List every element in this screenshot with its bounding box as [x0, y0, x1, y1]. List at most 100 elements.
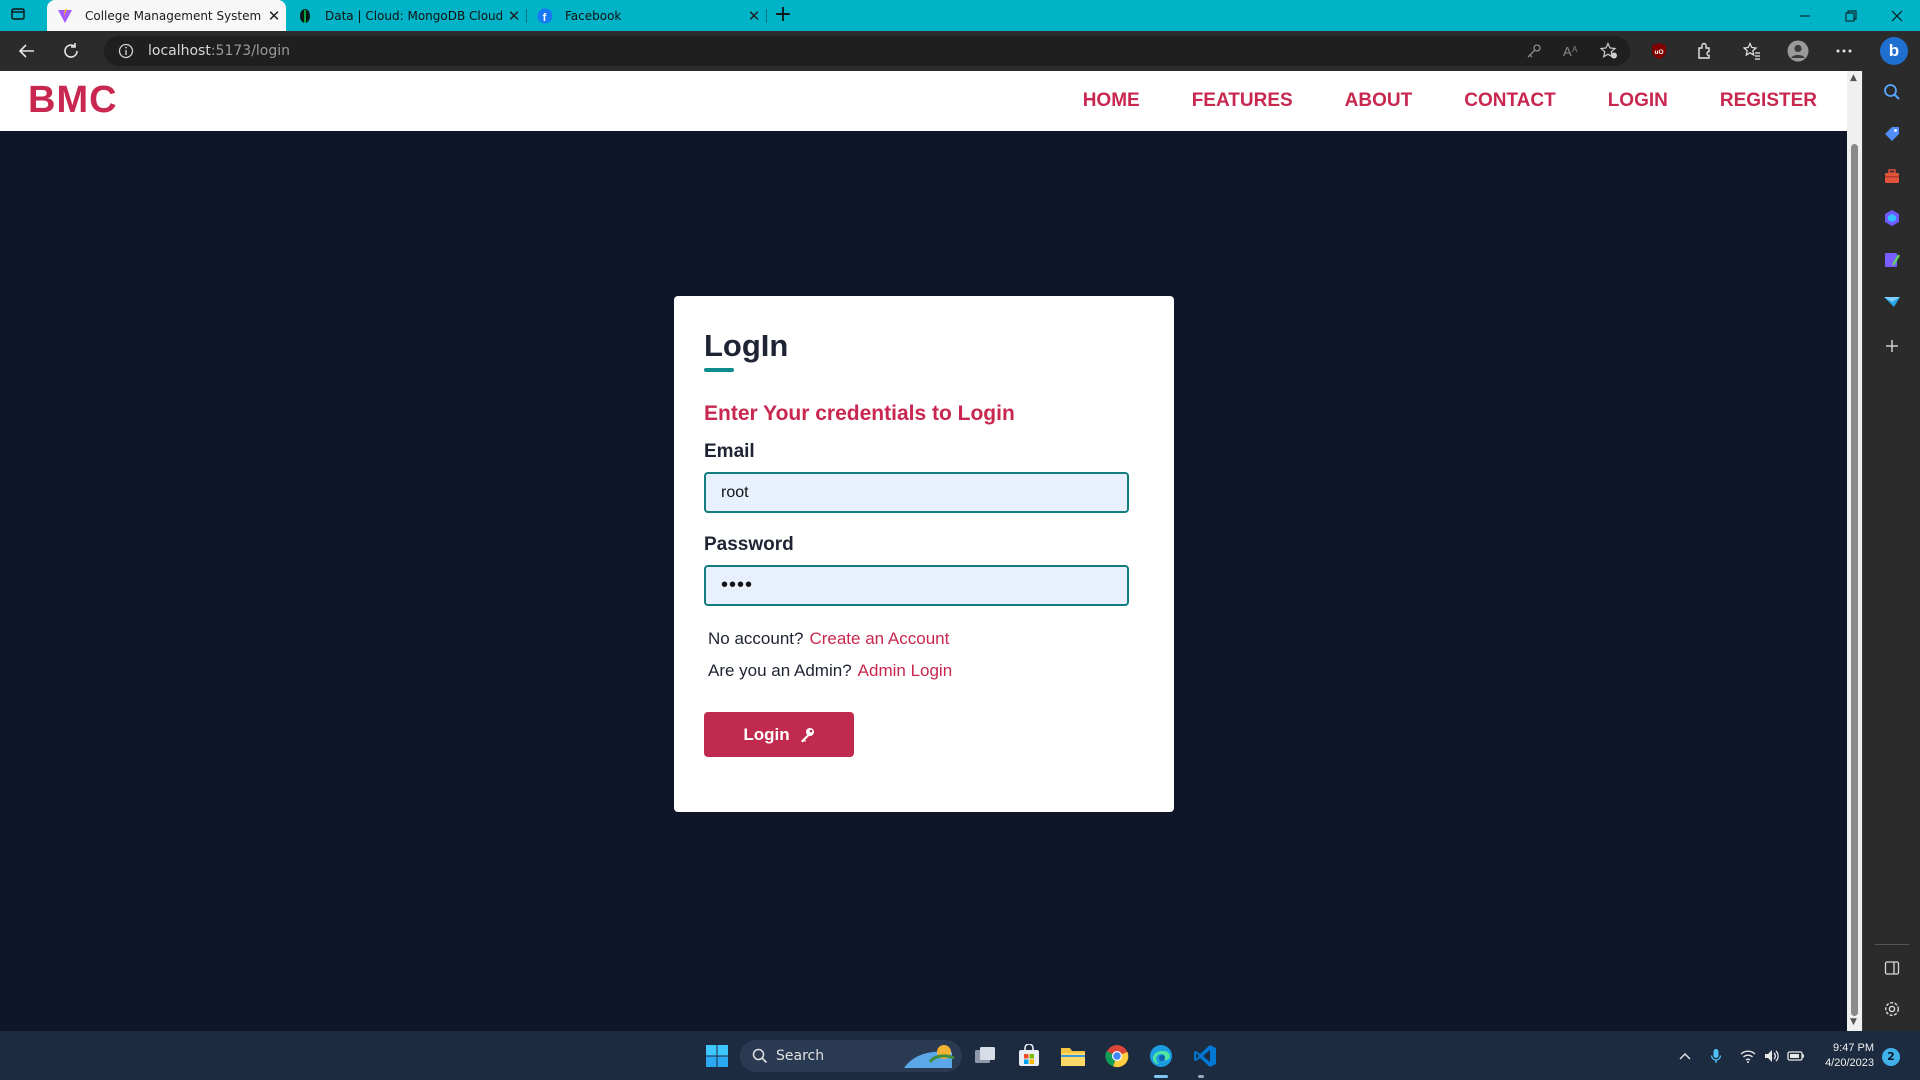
scroll-down-icon[interactable]: ▼ — [1850, 1017, 1857, 1027]
office-icon[interactable] — [1882, 208, 1902, 228]
drop-icon[interactable] — [1882, 250, 1902, 270]
no-account-row: No account? Create an Account — [708, 629, 949, 649]
nav-home[interactable]: HOME — [1083, 90, 1140, 112]
admin-login-link[interactable]: Admin Login — [858, 661, 953, 680]
back-icon[interactable] — [12, 37, 42, 65]
close-tab-icon[interactable]: ✕ — [502, 7, 526, 25]
refresh-icon[interactable] — [56, 37, 86, 65]
search-highlight-icon — [900, 1042, 958, 1074]
add-favorite-icon[interactable] — [1599, 42, 1619, 60]
microphone-icon[interactable] — [1707, 1047, 1725, 1065]
minimize-icon[interactable] — [1782, 0, 1828, 31]
chrome-icon[interactable] — [1103, 1042, 1131, 1070]
tab-college-management[interactable]: College Management System ✕ — [47, 0, 286, 31]
vite-logo-icon — [57, 8, 73, 24]
show-hidden-icons-icon[interactable] — [1676, 1047, 1694, 1065]
login-subtitle: Enter Your credentials to Login — [704, 402, 1015, 425]
settings-gear-icon[interactable] — [1882, 999, 1902, 1019]
extensions-icon[interactable] — [1689, 37, 1719, 65]
notification-badge[interactable]: 2 — [1882, 1048, 1900, 1066]
password-label: Password — [704, 534, 794, 555]
split-screen-icon[interactable] — [1882, 958, 1902, 978]
battery-icon[interactable] — [1787, 1047, 1805, 1065]
edge-browser-icon[interactable] — [1147, 1042, 1175, 1070]
browser-toolbar: localhost:5173/login AA uO — [0, 31, 1920, 71]
microsoft-store-icon[interactable] — [1015, 1042, 1043, 1070]
tab-actions-icon[interactable] — [10, 6, 36, 26]
file-explorer-icon[interactable] — [1059, 1042, 1087, 1070]
url-text: localhost:5173/login — [148, 43, 291, 59]
edge-sidebar — [1862, 71, 1920, 1031]
close-tab-icon[interactable]: ✕ — [742, 7, 766, 25]
site-logo[interactable]: BMC — [28, 79, 118, 122]
vscode-icon[interactable] — [1191, 1042, 1219, 1070]
outlook-send-icon[interactable] — [1882, 292, 1902, 312]
tab-separator — [766, 9, 767, 23]
page-scrollbar[interactable]: ▲ ▼ — [1847, 71, 1862, 1031]
admin-text: Are you an Admin? — [708, 661, 852, 680]
create-account-link[interactable]: Create an Account — [809, 629, 949, 648]
search-icon — [752, 1048, 768, 1068]
restore-icon[interactable] — [1828, 0, 1874, 31]
nav-features[interactable]: FEATURES — [1192, 90, 1293, 112]
tab-facebook[interactable]: f Facebook ✕ — [527, 0, 766, 31]
sidebar-divider — [1875, 944, 1909, 945]
nav-links: HOME FEATURES ABOUT CONTACT LOGIN REGIST… — [1031, 90, 1817, 112]
close-window-icon[interactable] — [1874, 0, 1920, 31]
address-bar[interactable]: localhost:5173/login AA — [104, 36, 1630, 66]
tab-title: Facebook — [565, 8, 622, 23]
web-page: BMC HOME FEATURES ABOUT CONTACT LOGIN RE… — [0, 71, 1847, 1031]
bing-copilot-icon[interactable]: b — [1880, 37, 1908, 65]
system-clock[interactable]: 9:47 PM 4/20/2023 — [1812, 1041, 1874, 1071]
admin-row: Are you an Admin? Admin Login — [708, 661, 952, 681]
nav-about[interactable]: ABOUT — [1345, 90, 1413, 112]
site-info-icon[interactable] — [118, 43, 134, 63]
active-app-indicator — [1154, 1075, 1168, 1078]
running-app-indicator — [1198, 1075, 1204, 1078]
login-button[interactable]: Login — [704, 712, 854, 757]
svg-text:f: f — [543, 12, 547, 24]
scroll-thumb[interactable] — [1851, 144, 1858, 1016]
volume-icon[interactable] — [1763, 1047, 1781, 1065]
key-icon[interactable] — [1524, 42, 1544, 60]
nav-contact[interactable]: CONTACT — [1464, 90, 1555, 112]
tools-icon[interactable] — [1882, 166, 1902, 186]
clock-date: 4/20/2023 — [1825, 1057, 1874, 1069]
task-view-icon[interactable] — [971, 1042, 999, 1070]
windows-start-icon[interactable] — [703, 1042, 731, 1070]
read-aloud-icon[interactable]: AA — [1562, 42, 1582, 60]
svg-text:uO: uO — [1655, 49, 1664, 56]
ublock-extension-icon[interactable]: uO — [1644, 37, 1674, 65]
windows-taskbar: Search 9:47 PM 4/20/2023 2 — [0, 1031, 1920, 1080]
email-field[interactable]: root — [704, 472, 1129, 513]
mongodb-leaf-icon — [297, 8, 313, 24]
more-options-icon[interactable] — [1829, 37, 1859, 65]
facebook-icon: f — [537, 8, 553, 24]
nav-register[interactable]: REGISTER — [1720, 90, 1817, 112]
tab-title: Data | Cloud: MongoDB Cloud — [325, 8, 502, 23]
close-tab-icon[interactable]: ✕ — [262, 7, 286, 25]
tab-mongodb[interactable]: Data | Cloud: MongoDB Cloud ✕ — [287, 0, 526, 31]
browser-tab-strip: College Management System ✕ Data | Cloud… — [0, 0, 1920, 31]
password-field[interactable]: •••• — [704, 565, 1129, 606]
favorites-icon[interactable] — [1737, 37, 1767, 65]
title-underline — [704, 368, 734, 372]
taskbar-search[interactable]: Search — [740, 1040, 962, 1072]
svg-text:A: A — [1563, 44, 1572, 59]
clock-time: 9:47 PM — [1833, 1042, 1874, 1054]
new-tab-button[interactable]: + — [770, 3, 796, 29]
site-navbar: BMC HOME FEATURES ABOUT CONTACT LOGIN RE… — [0, 71, 1847, 131]
email-label: Email — [704, 441, 755, 462]
scroll-up-icon[interactable]: ▲ — [1850, 73, 1857, 83]
key-icon — [799, 727, 815, 743]
page-title: LogIn — [704, 328, 789, 363]
shopping-tag-icon[interactable] — [1882, 124, 1902, 144]
wifi-icon[interactable] — [1739, 1047, 1757, 1065]
search-icon[interactable] — [1882, 82, 1902, 102]
profile-avatar-icon[interactable] — [1783, 37, 1813, 65]
tab-title: College Management System — [85, 8, 262, 23]
add-sidebar-app-icon[interactable] — [1882, 336, 1902, 356]
svg-text:A: A — [1572, 45, 1578, 54]
nav-login[interactable]: LOGIN — [1608, 90, 1668, 112]
login-card: LogIn Enter Your credentials to Login Em… — [674, 296, 1174, 812]
